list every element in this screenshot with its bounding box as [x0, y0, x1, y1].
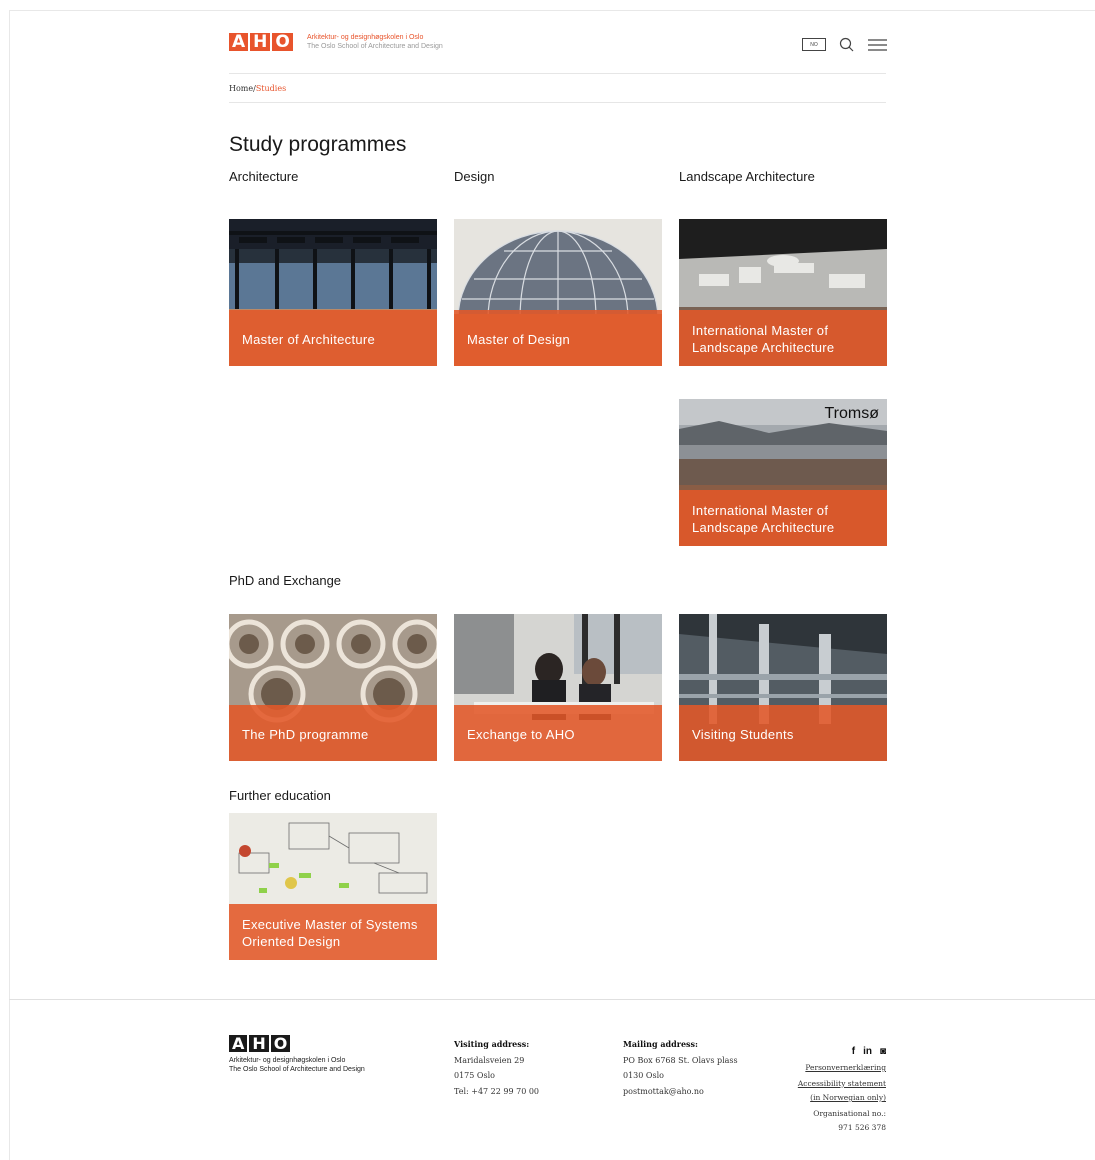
card-phd-programme[interactable]: The PhD programme — [229, 614, 437, 761]
aho-logo[interactable]: A H O — [229, 33, 293, 51]
breadcrumb: Home/Studies — [229, 84, 286, 93]
logo-letter: O — [270, 1035, 291, 1052]
logo-letter: H — [250, 33, 271, 51]
logo-line-norwegian: Arkitektur- og designhøgskolen i Oslo — [307, 34, 424, 41]
footer-visiting-address: Visiting address: Maridalsveien 29 0175 … — [454, 1037, 539, 1099]
mailing-heading: Mailing address: — [623, 1039, 698, 1049]
footer-divider — [9, 999, 1095, 1000]
tromso-tag: Tromsø — [824, 405, 879, 422]
linkedin-icon[interactable]: in — [863, 1045, 872, 1059]
logo-letter: O — [272, 33, 293, 51]
card-visiting-students[interactable]: Visiting Students — [679, 614, 887, 761]
logo-line-english: The Oslo School of Architecture and Desi… — [307, 43, 443, 50]
section-title-landscape: Landscape Architecture — [679, 169, 815, 184]
header-divider — [229, 73, 886, 74]
footer-name-norwegian: Arkitektur- og designhøgskolen i Oslo — [229, 1057, 346, 1064]
mailing-city: 0130 Oslo — [623, 1071, 664, 1080]
visiting-street: Maridalsveien 29 — [454, 1055, 525, 1065]
card-label: International Master of Landscape Archit… — [692, 323, 835, 355]
section-title-architecture: Architecture — [229, 169, 299, 184]
visiting-tel[interactable]: Tel: +47 22 99 70 00 — [454, 1084, 539, 1100]
card-label: Exchange to AHO — [467, 727, 575, 742]
logo-text: Arkitektur- og designhøgskolen i Oslo Th… — [307, 33, 443, 51]
section-title-design: Design — [454, 169, 495, 184]
social-links: f in ◙ — [798, 1045, 886, 1059]
card-international-master-landscape[interactable]: International Master of Landscape Archit… — [679, 219, 887, 366]
search-icon[interactable] — [839, 37, 854, 52]
breadcrumb-home-link[interactable]: Home — [229, 84, 253, 93]
visiting-heading: Visiting address: — [454, 1039, 530, 1049]
card-label: Visiting Students — [692, 727, 794, 742]
page-frame — [9, 10, 1095, 1160]
card-label: International Master of Landscape Archit… — [692, 503, 835, 535]
privacy-link[interactable]: Personvernerklæring — [805, 1063, 886, 1072]
menu-icon[interactable] — [868, 38, 887, 52]
footer-mailing-address: Mailing address: PO Box 6768 St. Olavs p… — [623, 1037, 738, 1099]
language-toggle-button[interactable]: NO — [802, 38, 826, 51]
section-title-phd-exchange: PhD and Exchange — [229, 573, 342, 588]
card-label: Master of Architecture — [242, 332, 376, 347]
card-executive-master-sod[interactable]: Executive Master of Systems Oriented Des… — [229, 813, 437, 960]
card-master-of-architecture[interactable]: Master of Architecture — [229, 219, 437, 366]
visiting-city: 0175 Oslo — [454, 1071, 495, 1080]
mailing-email[interactable]: postmottak@aho.no — [623, 1084, 738, 1100]
instagram-icon[interactable]: ◙ — [880, 1045, 886, 1059]
logo-letter: A — [229, 33, 249, 51]
facebook-icon[interactable]: f — [852, 1045, 855, 1059]
card-international-master-landscape-tromso[interactable]: Tromsø International Master of Landscape… — [679, 399, 887, 546]
logo-letter: A — [229, 1035, 248, 1052]
accessibility-link[interactable]: Accessibility statement — [798, 1079, 886, 1088]
section-title-further-education: Further education — [229, 788, 331, 803]
logo-letter: H — [249, 1035, 269, 1052]
card-label: The PhD programme — [242, 727, 369, 742]
footer-name-english: The Oslo School of Architecture and Desi… — [229, 1066, 365, 1073]
footer-aho-logo[interactable]: A H O — [229, 1035, 291, 1052]
footer-school-name: Arkitektur- og designhøgskolen i Oslo Th… — [229, 1056, 365, 1074]
breadcrumb-divider — [229, 102, 886, 103]
card-label: Master of Design — [467, 332, 571, 347]
breadcrumb-current[interactable]: Studies — [256, 84, 286, 93]
org-label: Organisational no.: — [813, 1109, 886, 1118]
card-master-of-design[interactable]: Master of Design — [454, 219, 662, 366]
card-label: Executive Master of Systems Oriented Des… — [242, 917, 418, 949]
mailing-box: PO Box 6768 St. Olavs plass — [623, 1055, 738, 1065]
page-title: Study programmes — [229, 133, 407, 156]
accessibility-note[interactable]: (in Norwegian only) — [810, 1093, 886, 1102]
org-number: 971 526 378 — [838, 1123, 886, 1132]
card-exchange-to-aho[interactable]: Exchange to AHO — [454, 614, 662, 761]
footer-links: f in ◙ Personvernerklæring Accessibility… — [798, 1045, 886, 1135]
